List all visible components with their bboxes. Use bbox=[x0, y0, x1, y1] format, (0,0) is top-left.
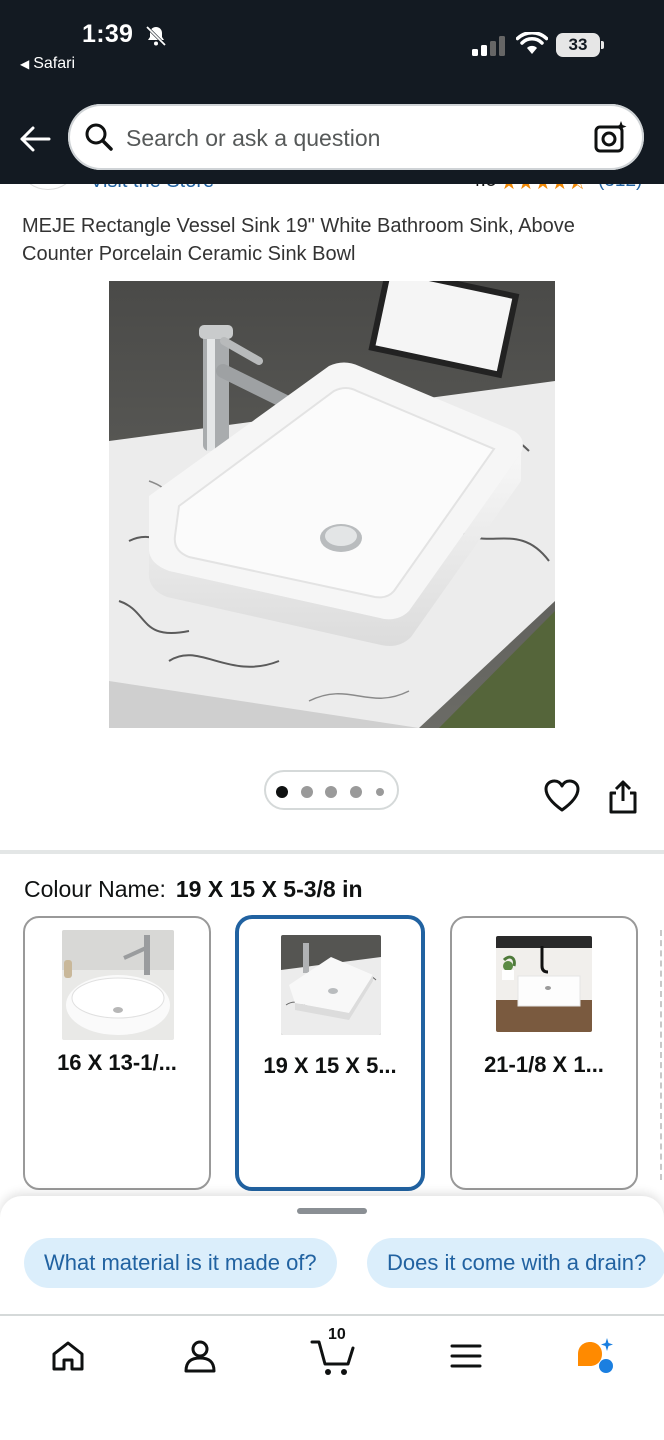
battery-icon: 33 bbox=[556, 33, 604, 57]
variant-option-2[interactable]: 19 X 15 X 5... bbox=[236, 916, 424, 1190]
variant-thumbnail-3 bbox=[496, 936, 592, 1032]
colour-name-label: Colour Name: bbox=[24, 876, 166, 902]
account-icon[interactable] bbox=[180, 1336, 220, 1376]
suggestion-sheet: What material is it made of? Does it com… bbox=[0, 1196, 664, 1316]
status-time: 1:39 bbox=[82, 20, 134, 48]
camera-search-icon[interactable] bbox=[594, 120, 628, 154]
share-icon[interactable] bbox=[607, 779, 639, 815]
search-bar[interactable]: Search or ask a question bbox=[68, 104, 644, 170]
variant-thumbnail-1 bbox=[62, 930, 174, 1040]
header: 1:39 ◀ Safari 33 Search or ask a question bbox=[0, 0, 664, 184]
home-icon[interactable] bbox=[48, 1336, 88, 1376]
colour-name-row: Colour Name: 19 X 15 X 5-3/8 in bbox=[24, 876, 363, 903]
variant-thumbnail-2 bbox=[281, 935, 381, 1035]
next-variant-edge bbox=[660, 930, 662, 1180]
colour-name-value: 19 X 15 X 5-3/8 in bbox=[175, 876, 363, 902]
back-triangle-icon: ◀ bbox=[20, 57, 30, 71]
search-input[interactable]: Search or ask a question bbox=[126, 125, 380, 152]
variant-option-1[interactable]: 16 X 13-1/... bbox=[23, 916, 211, 1190]
carousel-dot-2[interactable] bbox=[301, 786, 313, 798]
cart-count-badge: 10 bbox=[328, 1326, 346, 1343]
variant-option-3[interactable]: 21-1/8 X 1... bbox=[450, 916, 638, 1190]
carousel-dot-4[interactable] bbox=[350, 786, 362, 798]
carousel-dot-1[interactable] bbox=[276, 786, 288, 798]
carousel-dot-5[interactable] bbox=[376, 788, 384, 796]
suggestion-chip-1[interactable]: What material is it made of? bbox=[24, 1238, 337, 1288]
wifi-icon bbox=[516, 32, 548, 54]
suggestion-chip-2[interactable]: Does it come with a drain? bbox=[367, 1238, 664, 1288]
silent-bell-icon bbox=[145, 25, 167, 47]
variant-label-3: 21-1/8 X 1... bbox=[484, 1052, 604, 1077]
variant-label-2: 19 X 15 X 5... bbox=[263, 1053, 397, 1078]
rufus-icon[interactable] bbox=[574, 1336, 614, 1376]
battery-level: 33 bbox=[556, 33, 600, 57]
image-carousel-indicator[interactable] bbox=[264, 770, 399, 810]
product-title: MEJE Rectangle Vessel Sink 19" White Bat… bbox=[22, 215, 575, 265]
product-image[interactable] bbox=[109, 281, 555, 728]
menu-icon[interactable] bbox=[446, 1336, 486, 1376]
back-to-app-link[interactable]: ◀ Safari bbox=[20, 55, 75, 73]
back-arrow-icon[interactable] bbox=[18, 122, 52, 156]
back-app-label: Safari bbox=[33, 55, 76, 72]
search-icon bbox=[85, 123, 113, 151]
carousel-dot-3[interactable] bbox=[325, 786, 337, 798]
cellular-signal-icon bbox=[472, 36, 505, 56]
variant-label-1: 16 X 13-1/... bbox=[57, 1050, 177, 1075]
section-divider bbox=[0, 850, 664, 854]
sheet-handle[interactable] bbox=[297, 1208, 367, 1214]
heart-icon[interactable] bbox=[544, 779, 580, 813]
